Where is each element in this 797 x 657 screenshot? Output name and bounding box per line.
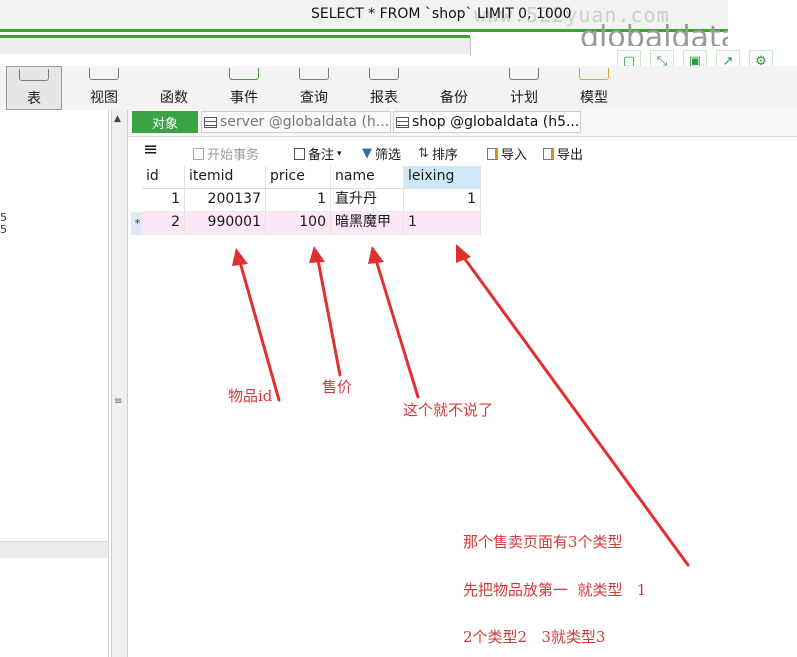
arrow-name [374, 258, 420, 399]
annotation-price: 售价 [322, 378, 353, 396]
arrowhead-price [309, 246, 325, 263]
annotation-itemid: 物品id [228, 387, 273, 405]
annotation-name: 这个就不说了 [403, 401, 494, 419]
arrowhead-leixing [456, 244, 471, 263]
arrowhead-name [368, 246, 384, 264]
annotation-type-line1: 那个售卖页面有3个类型 [463, 533, 623, 551]
arrow-itemid [238, 260, 281, 402]
annotation-type-line2: 先把物品放第一 就类型 1 [463, 581, 647, 599]
annotation-arrows [232, 244, 690, 567]
annotation-type-line3: 2个类型2 3就类型3 [463, 628, 606, 646]
arrowhead-itemid [232, 248, 248, 266]
arrow-leixing [460, 253, 690, 567]
arrow-price [316, 258, 342, 377]
